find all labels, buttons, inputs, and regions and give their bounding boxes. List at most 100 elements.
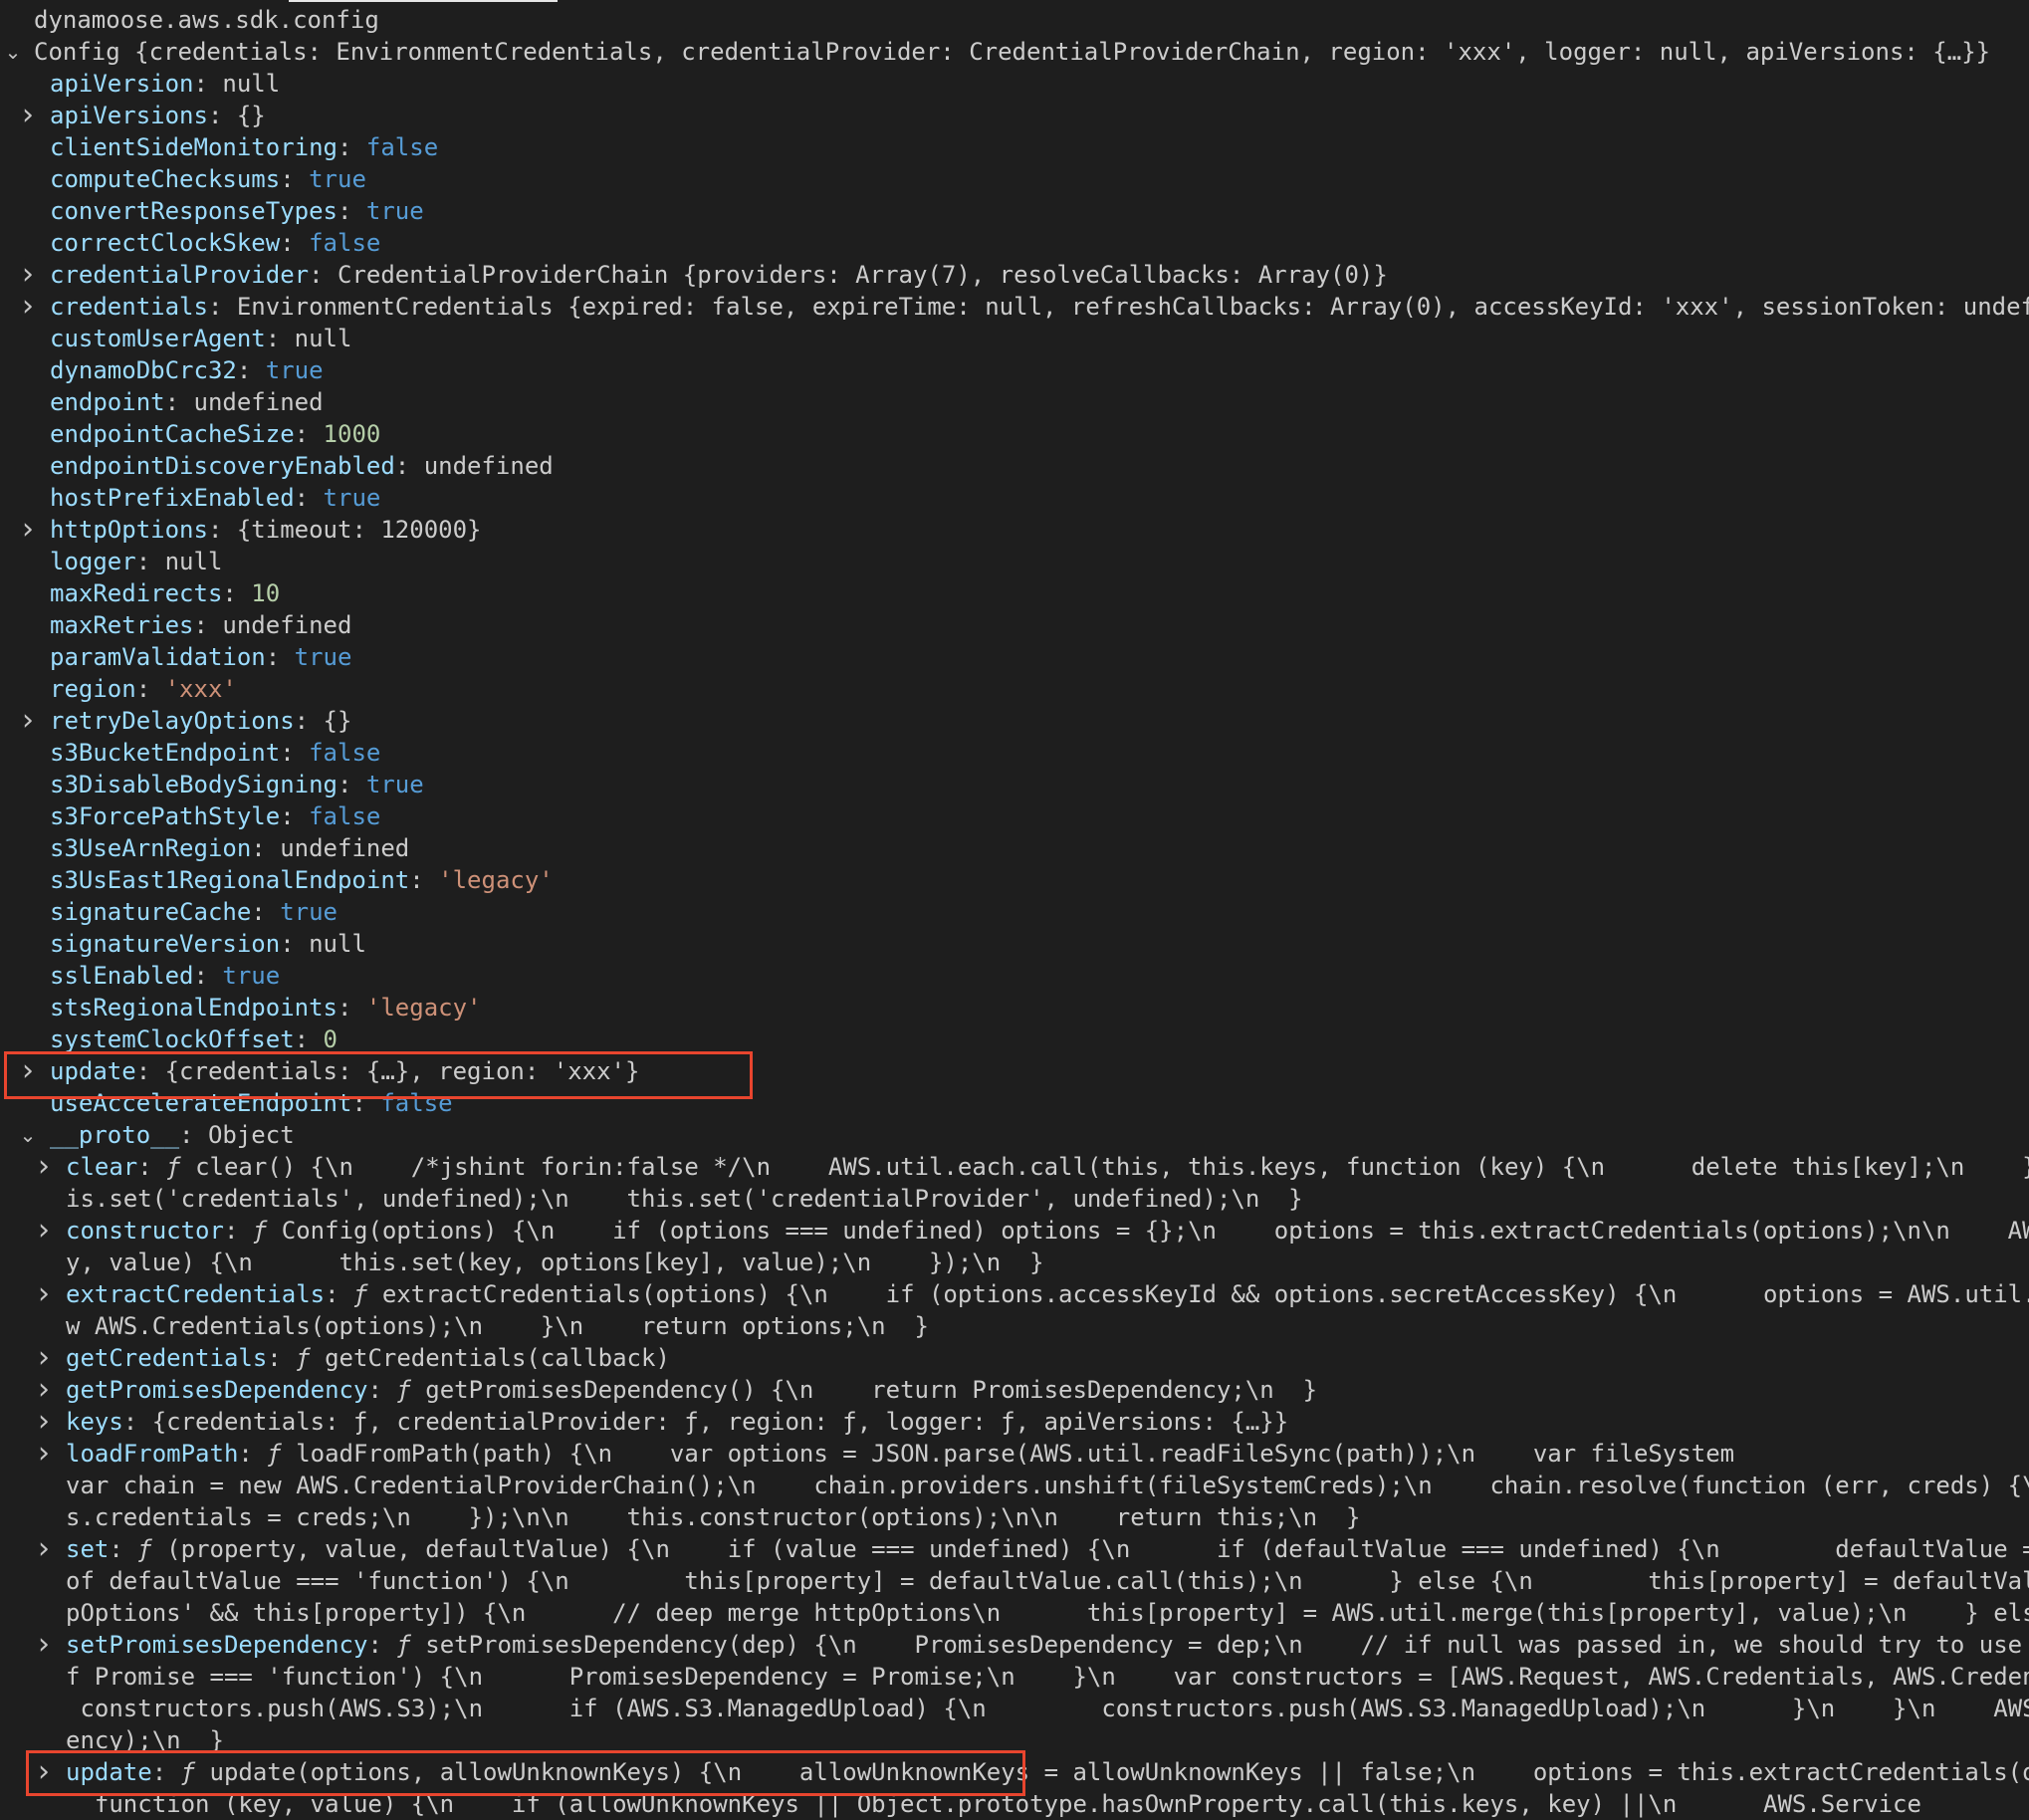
property-row-s3useast1regionalendpoint[interactable]: s3UsEast1RegionalEndpoint: 'legacy' [0,864,2029,896]
property-row-httpoptions[interactable]: › httpOptions: {timeout: 120000} [0,514,2029,546]
property-value: false [309,229,381,257]
property-row-sslenabled[interactable]: sslEnabled: true [0,960,2029,992]
property-value: 1000 [323,420,381,448]
proto-member-getpromisesdependency[interactable]: › getPromisesDependency: ƒ getPromisesDep… [0,1374,2029,1406]
property-row-hostprefixenabled[interactable]: hostPrefixEnabled: true [0,482,2029,514]
property-key: signatureVersion [50,930,281,958]
proto-member-value: Config(options) {\n if (options === unde… [281,1217,2029,1245]
proto-key: __proto__ [50,1121,180,1149]
proto-member-value: s.credentials = creds;\n });\n\n this.co… [66,1503,1361,1531]
property-row-s3disablebodysigning[interactable]: s3DisableBodySigning: true [0,769,2029,800]
chevron-right-icon[interactable]: › [18,705,38,737]
property-row-computechecksums[interactable]: computeChecksums: true [0,163,2029,195]
proto-member-continuation: y, value) {\n this.set(key, options[key]… [0,1247,2029,1278]
key-separator: : [280,165,310,193]
property-row-endpointdiscoveryenabled[interactable]: endpointDiscoveryEnabled: undefined [0,450,2029,482]
key-separator: : [135,548,165,575]
property-value: 'legacy' [438,866,554,894]
proto-member-getcredentials[interactable]: › getCredentials: ƒ getCredentials(callba… [0,1342,2029,1374]
chevron-down-icon[interactable]: ⌄ [18,1119,38,1151]
function-icon: ƒ [252,1217,282,1245]
property-row-s3bucketendpoint[interactable]: s3BucketEndpoint: false [0,737,2029,769]
proto-member-clear[interactable]: › clear: ƒ clear() {\n /*jshint forin:fal… [0,1151,2029,1183]
proto-member-extractcredentials[interactable]: › extractCredentials: ƒ extractCredential… [0,1278,2029,1310]
chevron-right-icon[interactable]: › [34,1151,54,1183]
proto-member-update[interactable]: › update: ƒ update(options, allowUnknownK… [0,1756,2029,1788]
chevron-right-icon[interactable]: › [18,100,38,131]
chevron-right-icon[interactable]: › [18,514,38,546]
chevron-right-icon[interactable]: › [34,1278,54,1310]
property-row-maxredirects[interactable]: maxRedirects: 10 [0,577,2029,609]
chevron-right-icon[interactable]: › [34,1438,54,1470]
property-row-retrydelayoptions[interactable]: › retryDelayOptions: {} [0,705,2029,737]
chevron-right-icon[interactable]: › [34,1756,54,1788]
property-row-apiversions[interactable]: › apiVersions: {} [0,100,2029,131]
property-key: clientSideMonitoring [50,133,338,161]
property-key: paramValidation [50,643,266,671]
property-row-paramvalidation[interactable]: paramValidation: true [0,641,2029,673]
proto-member-value: {credentials: ƒ, credentialProvider: ƒ, … [151,1408,1289,1436]
property-row-credentialprovider[interactable]: › credentialProvider: CredentialProviderC… [0,259,2029,291]
property-row-clientsidemonitoring[interactable]: clientSideMonitoring: false [0,131,2029,163]
proto-member-setpromisesdependency[interactable]: › setPromisesDependency: ƒ setPromisesDep… [0,1629,2029,1661]
chevron-right-icon[interactable]: › [18,259,38,291]
function-icon: ƒ [296,1344,326,1372]
proto-member-continuation: f Promise === 'function') {\n PromisesDe… [0,1661,2029,1693]
chevron-right-icon[interactable]: › [34,1215,54,1247]
proto-member-value: y, value) {\n this.set(key, options[key]… [66,1249,1044,1276]
proto-member-key: getPromisesDependency [66,1376,368,1404]
property-row-region[interactable]: region: 'xxx' [0,673,2029,705]
property-row-useaccelerateendpoint[interactable]: useAccelerateEndpoint: false [0,1087,2029,1119]
property-row-credentials[interactable]: › credentials: EnvironmentCredentials {ex… [0,291,2029,323]
proto-member-loadfrompath[interactable]: › loadFromPath: ƒ loadFromPath(path) {\n … [0,1438,2029,1470]
property-key: apiVersions [50,102,208,129]
property-row-endpoint[interactable]: endpoint: undefined [0,386,2029,418]
property-key: endpointDiscoveryEnabled [50,452,395,480]
property-row-maxretries[interactable]: maxRetries: undefined [0,609,2029,641]
property-row-stsregionalendpoints[interactable]: stsRegionalEndpoints: 'legacy' [0,992,2029,1024]
chevron-right-icon[interactable]: › [34,1374,54,1406]
key-separator: : [179,1121,208,1149]
chevron-right-icon[interactable]: › [18,1055,38,1087]
property-row-correctclockskew[interactable]: correctClockSkew: false [0,227,2029,259]
proto-member-set[interactable]: › set: ƒ (property, value, defaultValue) … [0,1533,2029,1565]
property-value: null [222,70,281,98]
key-separator: : [135,1057,165,1085]
property-key: s3DisableBodySigning [50,771,338,798]
chevron-right-icon[interactable]: › [34,1406,54,1438]
property-row-apiversion[interactable]: apiVersion: null [0,68,2029,100]
key-separator: : [207,102,237,129]
property-row-customuseragent[interactable]: customUserAgent: null [0,323,2029,354]
key-separator: : [236,356,266,384]
property-value: {} [236,102,266,129]
chevron-right-icon[interactable]: › [18,291,38,323]
property-row-dynamodbcrc32[interactable]: dynamoDbCrc32: true [0,354,2029,386]
proto-member-continuation: is.set('credentials', undefined);\n this… [0,1183,2029,1215]
property-row-update[interactable]: › update: {credentials: {…}, region: 'xxx… [0,1055,2029,1087]
key-separator: : [151,1758,181,1786]
property-row-signaturecache[interactable]: signatureCache: true [0,896,2029,928]
proto-member-key: getCredentials [66,1344,268,1372]
property-row-endpointcachesize[interactable]: endpointCacheSize: 1000 [0,418,2029,450]
proto-member-continuation: function (key, value) {\n if (allowUnkno… [0,1788,2029,1820]
property-row-signatureversion[interactable]: signatureVersion: null [0,928,2029,960]
proto-row[interactable]: ⌄ __proto__: Object [0,1119,2029,1151]
property-row-logger[interactable]: logger: null [0,546,2029,577]
key-separator: : [193,611,223,639]
chevron-right-icon[interactable]: › [34,1533,54,1565]
chevron-right-icon[interactable]: › [34,1629,54,1661]
chevron-down-icon[interactable]: ⌄ [3,36,23,68]
proto-member-keys[interactable]: › keys: {credentials: ƒ, credentialProvid… [0,1406,2029,1438]
proto-member-continuation: of defaultValue === 'function') {\n this… [0,1565,2029,1597]
property-row-s3forcepathstyle[interactable]: s3ForcePathStyle: false [0,800,2029,832]
key-separator: : [265,325,295,352]
config-root-row[interactable]: ⌄ Config {credentials: EnvironmentCreden… [0,36,2029,68]
proto-member-constructor[interactable]: › constructor: ƒ Config(options) {\n if (… [0,1215,2029,1247]
chevron-right-icon[interactable]: › [34,1342,54,1374]
property-key: sslEnabled [50,962,194,990]
property-row-convertresponsetypes[interactable]: convertResponseTypes: true [0,195,2029,227]
property-row-systemclockoffset[interactable]: systemClockOffset: 0 [0,1024,2029,1055]
proto-member-value: update(options, allowUnknownKeys) {\n al… [209,1758,2029,1786]
function-icon: ƒ [137,1535,167,1563]
property-row-s3usearnregion[interactable]: s3UseArnRegion: undefined [0,832,2029,864]
